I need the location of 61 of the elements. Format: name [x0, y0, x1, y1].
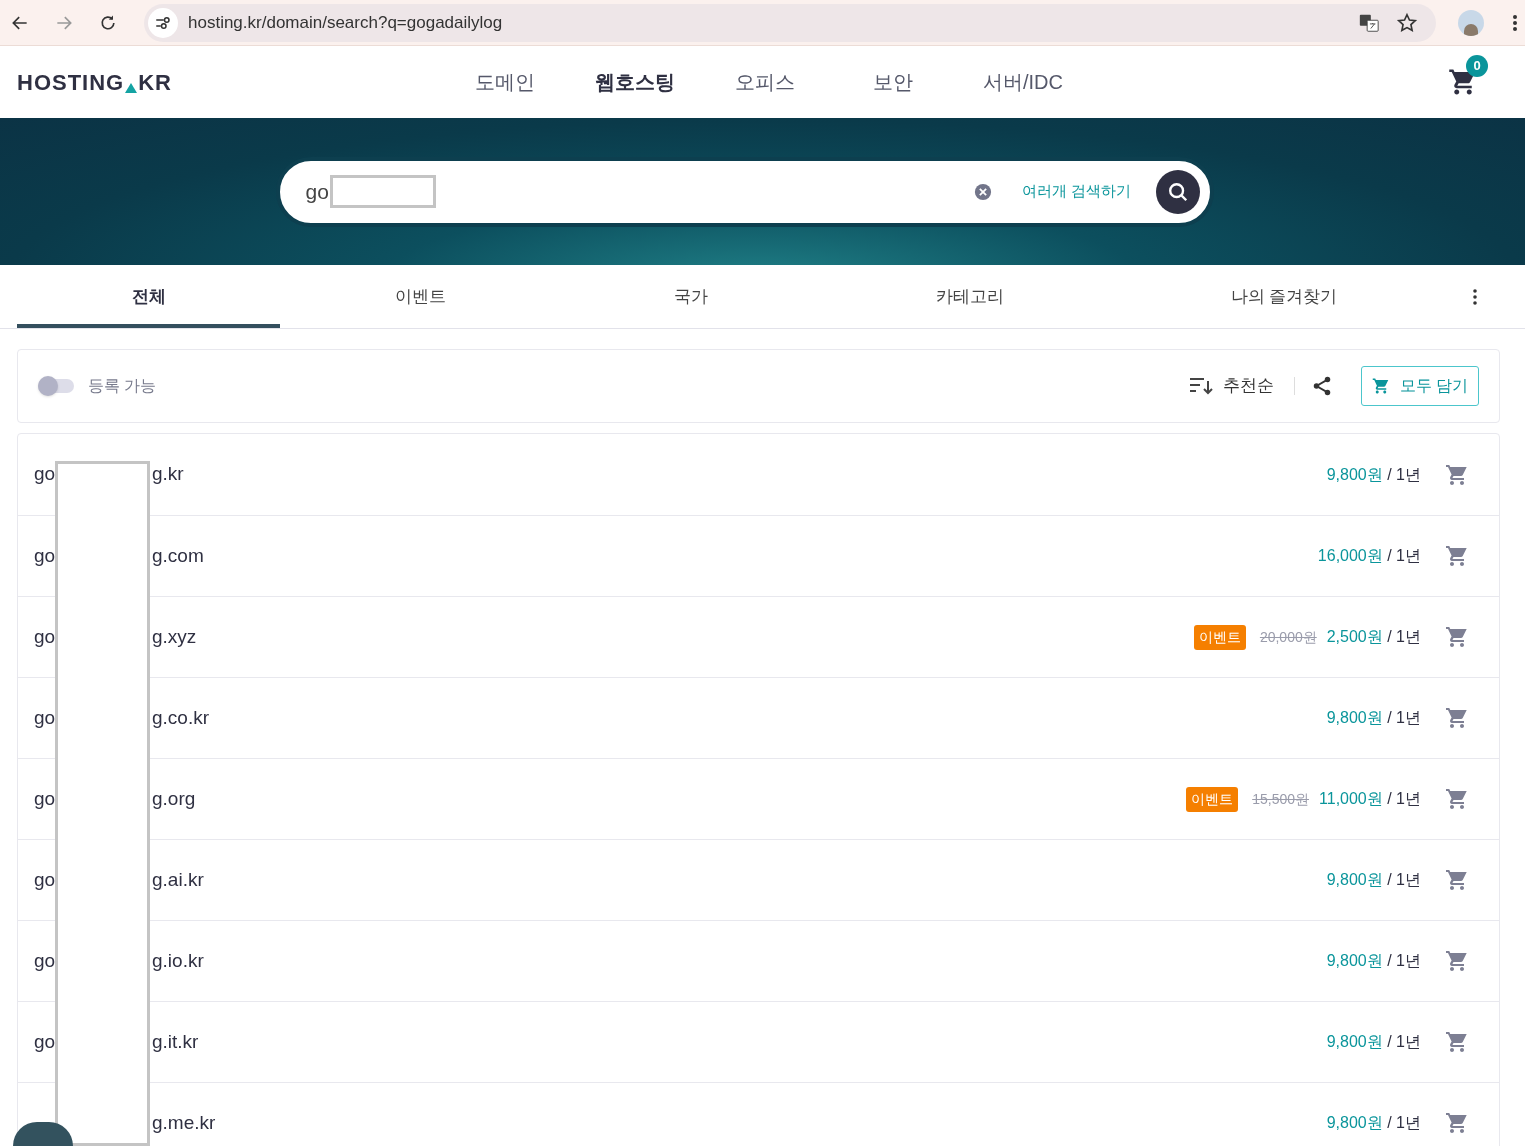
nav-link[interactable]: 도메인	[469, 67, 589, 97]
sort-button[interactable]: 추천순	[1222, 373, 1274, 399]
clear-icon[interactable]	[974, 182, 993, 201]
profile-avatar[interactable]	[1458, 9, 1484, 36]
price: 9,800원 / 1년	[1326, 464, 1421, 485]
price: 9,800원 / 1년	[1326, 1032, 1421, 1052]
tab[interactable]: 카테고리	[822, 265, 1117, 328]
domain-name-end: g.org	[152, 786, 196, 811]
tab[interactable]: 전체	[17, 265, 280, 328]
price: 9,800원 / 1년	[1326, 951, 1421, 971]
price: 9,800원 / 1년	[1326, 708, 1421, 728]
original-price: 20,000원	[1259, 627, 1317, 647]
event-badge: 이벤트	[1193, 624, 1246, 650]
more-icon[interactable]	[1472, 287, 1478, 306]
search-field[interactable]: go 여러개 검색하기	[275, 156, 1214, 227]
domain-name-end: g.com	[152, 543, 204, 568]
search-input-text[interactable]: go	[305, 175, 329, 208]
domain-name-end: g.kr	[152, 462, 184, 487]
domain-name-start: go	[34, 624, 56, 649]
domain-name-end: g.me.kr	[152, 1110, 216, 1135]
domain-name-end: g.it.kr	[152, 1029, 199, 1054]
domain-name-start: go	[34, 705, 56, 730]
multi-search-link[interactable]: 여러개 검색하기	[1022, 180, 1132, 203]
nav-link[interactable]: 서버/IDC	[977, 67, 1091, 97]
domain-name-start: go	[34, 786, 56, 811]
cart-count-badge: 0	[1466, 55, 1488, 77]
original-price: 15,500원	[1252, 789, 1309, 809]
star-icon[interactable]	[1396, 11, 1418, 34]
price: 2,500원 / 1년	[1326, 627, 1421, 647]
price: 16,000원 / 1년	[1317, 546, 1421, 566]
domain-name-end: g.co.kr	[152, 705, 210, 730]
domain-name-start: go	[34, 543, 56, 568]
domain-name-start: go	[34, 867, 56, 892]
floating-button[interactable]	[13, 1122, 73, 1146]
search-button[interactable]	[1155, 169, 1200, 214]
domain-name-start: go	[34, 1029, 56, 1054]
price: 9,800원 / 1년	[1326, 870, 1421, 890]
more-icon[interactable]	[1512, 13, 1518, 32]
toggle-label: 등록 가능	[88, 376, 157, 396]
tab[interactable]: 이벤트	[280, 265, 560, 328]
domain-name-start: go	[34, 462, 56, 487]
domain-name-end: g.xyz	[152, 624, 197, 649]
price: 11,000원 / 1년	[1319, 789, 1421, 809]
tab[interactable]: 나의 즐겨찾기	[1117, 265, 1451, 328]
logo[interactable]: HOSTING KR	[17, 65, 317, 99]
price: 9,800원 / 1년	[1326, 1113, 1421, 1133]
nav-link[interactable]: 웹호스팅	[589, 67, 729, 97]
address-bar[interactable]: hosting.kr/domain/search?q=gogadailylog	[144, 3, 1436, 42]
domain-name-start: go	[34, 948, 56, 973]
site-info-icon[interactable]	[148, 7, 178, 38]
toggle-switch[interactable]	[38, 379, 74, 393]
search-icon[interactable]	[1166, 180, 1189, 203]
domain-name-end: g.ai.kr	[152, 867, 204, 892]
sort-icon[interactable]	[1188, 375, 1213, 397]
domain-name-end: g.io.kr	[152, 948, 204, 973]
event-badge: 이벤트	[1186, 786, 1239, 812]
add-all-button[interactable]: 모두 담기	[1360, 366, 1479, 406]
tab[interactable]: 국가	[560, 265, 822, 328]
url-text: hosting.kr/domain/search?q=gogadailylog	[188, 11, 503, 34]
nav-link[interactable]: 오피스	[729, 67, 867, 97]
nav-link[interactable]: 보안	[867, 67, 977, 97]
